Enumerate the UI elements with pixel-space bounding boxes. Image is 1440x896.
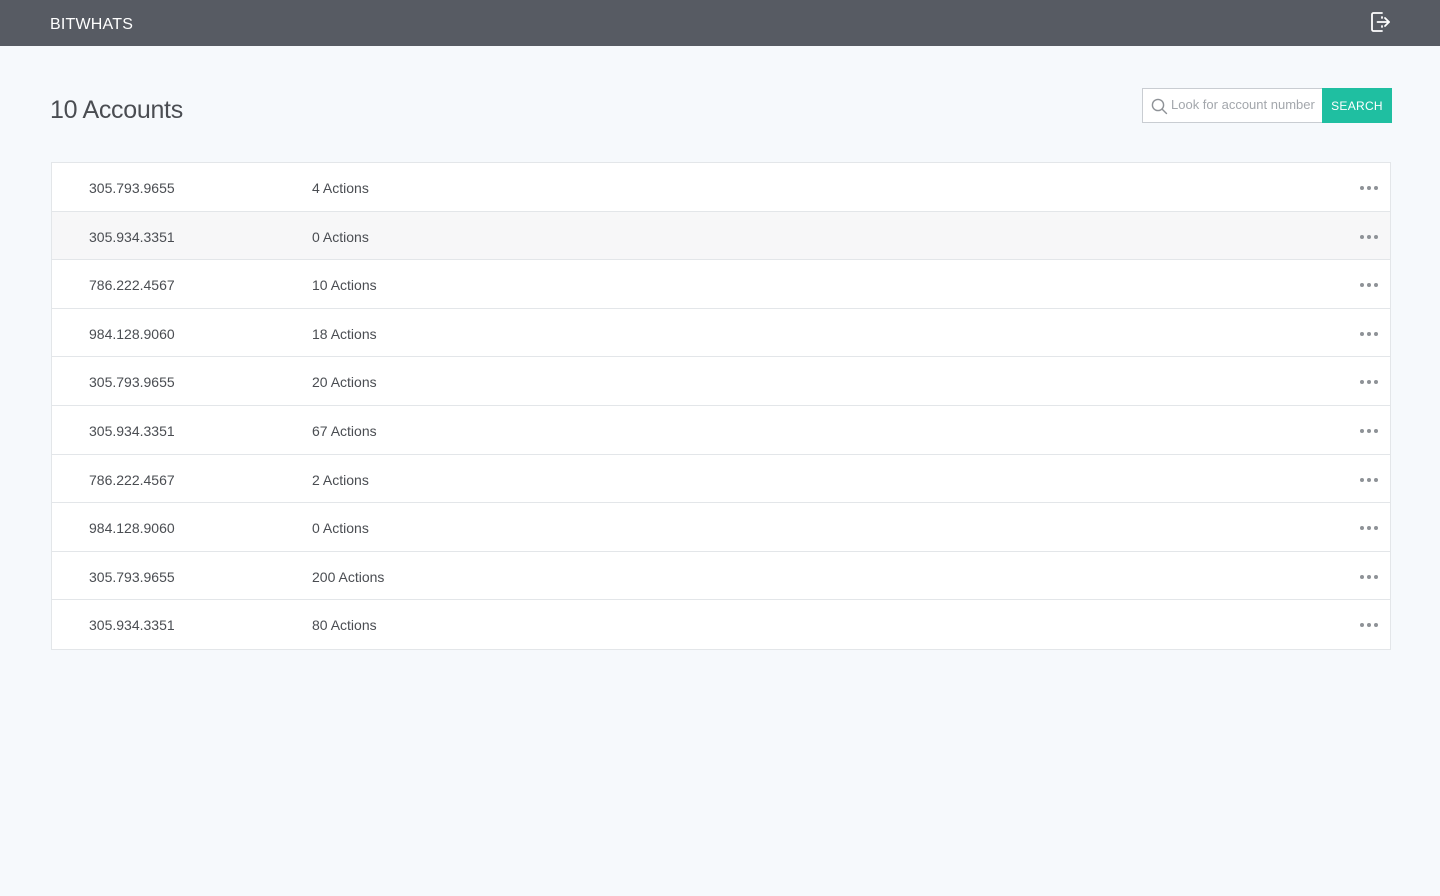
more-horizontal-icon[interactable]: [1360, 571, 1378, 583]
account-number: 786.222.4567: [89, 471, 175, 488]
more-horizontal-icon[interactable]: [1360, 231, 1378, 243]
logout-icon[interactable]: [1368, 10, 1392, 34]
search-group: SEARCH: [1142, 88, 1392, 123]
more-horizontal-icon[interactable]: [1360, 376, 1378, 388]
action-count: 0 Actions: [312, 520, 369, 537]
action-count: 2 Actions: [312, 471, 369, 488]
action-count: 200 Actions: [312, 568, 385, 585]
action-count: 80 Actions: [312, 617, 377, 634]
page-header: 10 Accounts SEARCH: [50, 88, 1392, 124]
search-box: [1142, 88, 1322, 123]
account-row[interactable]: 305.793.9655 200 Actions: [52, 552, 1390, 601]
account-row[interactable]: 786.222.4567 2 Actions: [52, 455, 1390, 504]
account-number: 984.128.9060: [89, 325, 175, 342]
more-horizontal-icon[interactable]: [1360, 522, 1378, 534]
page-title: 10 Accounts: [50, 96, 183, 124]
account-row[interactable]: 305.793.9655 20 Actions: [52, 357, 1390, 406]
more-horizontal-icon[interactable]: [1360, 182, 1378, 194]
more-horizontal-icon[interactable]: [1360, 328, 1378, 340]
action-count: 4 Actions: [312, 180, 369, 196]
account-number: 786.222.4567: [89, 277, 175, 294]
account-row[interactable]: 305.934.3351 0 Actions: [52, 211, 1390, 261]
accounts-list: 305.793.9655 4 Actions 305.934.3351 0 Ac…: [51, 162, 1391, 650]
action-count: 18 Actions: [312, 325, 377, 342]
more-horizontal-icon[interactable]: [1360, 619, 1378, 631]
account-number: 305.934.3351: [89, 228, 175, 245]
account-number: 984.128.9060: [89, 520, 175, 537]
more-horizontal-icon[interactable]: [1360, 474, 1378, 486]
action-count: 20 Actions: [312, 374, 377, 391]
more-horizontal-icon[interactable]: [1360, 425, 1378, 437]
account-number: 305.934.3351: [89, 617, 175, 634]
search-input[interactable]: [1171, 89, 1321, 122]
top-bar: BITWHATS: [0, 0, 1440, 46]
search-button[interactable]: SEARCH: [1322, 88, 1392, 123]
account-row[interactable]: 305.934.3351 67 Actions: [52, 406, 1390, 455]
account-row[interactable]: 984.128.9060 18 Actions: [52, 309, 1390, 358]
account-row[interactable]: 305.793.9655 4 Actions: [52, 163, 1390, 212]
account-row[interactable]: 984.128.9060 0 Actions: [52, 503, 1390, 552]
action-count: 67 Actions: [312, 422, 377, 439]
account-number: 305.934.3351: [89, 422, 175, 439]
account-row[interactable]: 305.934.3351 80 Actions: [52, 600, 1390, 649]
action-count: 10 Actions: [312, 277, 377, 294]
more-horizontal-icon[interactable]: [1360, 279, 1378, 291]
action-count: 0 Actions: [312, 228, 369, 245]
account-row[interactable]: 786.222.4567 10 Actions: [52, 260, 1390, 309]
account-number: 305.793.9655: [89, 374, 175, 391]
account-number: 305.793.9655: [89, 568, 175, 585]
search-icon: [1151, 98, 1168, 115]
account-number: 305.793.9655: [89, 180, 175, 196]
brand-name: BITWHATS: [50, 16, 134, 33]
